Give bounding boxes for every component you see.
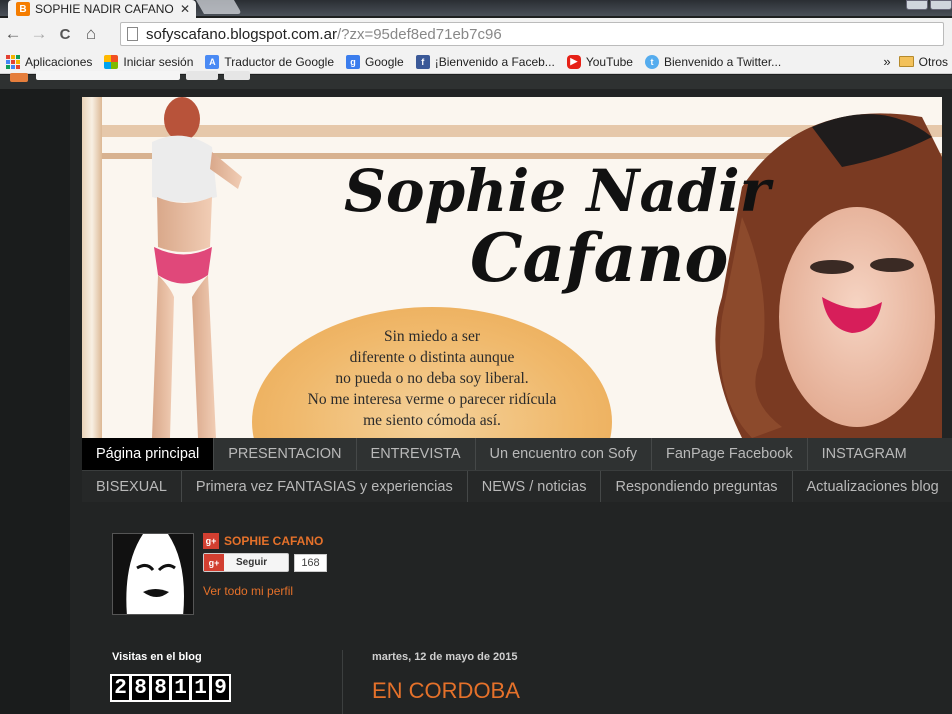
avatar[interactable] bbox=[112, 533, 194, 615]
bookmark-google[interactable]: g Google bbox=[346, 54, 404, 69]
pages-nav-row1: Página principal PRESENTACION ENTREVISTA… bbox=[82, 438, 952, 470]
page-icon bbox=[127, 27, 138, 41]
apps-icon bbox=[6, 54, 20, 69]
tab-pagina-principal[interactable]: Página principal bbox=[82, 438, 215, 470]
translate-icon: A bbox=[205, 54, 220, 69]
counter-digit: 1 bbox=[190, 674, 211, 702]
blog-header-banner[interactable]: Sophie Nadir Cafano Sin miedo a ser dife… bbox=[82, 97, 942, 438]
google-icon: g bbox=[346, 54, 361, 69]
bookmark-iniciar-sesion[interactable]: Iniciar sesión bbox=[104, 54, 194, 69]
tab-un-encuentro-con-sofy[interactable]: Un encuentro con Sofy bbox=[476, 438, 653, 470]
counter-digit: 8 bbox=[130, 674, 151, 702]
facebook-icon: f bbox=[415, 54, 430, 69]
quote-line: No me interesa verme o parecer ridícula bbox=[307, 391, 557, 408]
bookmark-youtube[interactable]: ▶ YouTube bbox=[566, 54, 633, 69]
tab-news-noticias[interactable]: NEWS / noticias bbox=[468, 471, 602, 502]
navbar-button[interactable] bbox=[186, 71, 218, 80]
new-tab-button[interactable] bbox=[195, 0, 243, 14]
browser-tab[interactable]: B SOPHIE NADIR CAFANO ( ✕ bbox=[8, 0, 196, 18]
tab-bisexual[interactable]: BISEXUAL bbox=[82, 471, 182, 502]
post-title[interactable]: EN CORDOBA bbox=[372, 678, 520, 704]
youtube-icon: ▶ bbox=[566, 54, 581, 69]
post-date: martes, 12 de mayo de 2015 bbox=[372, 651, 518, 663]
url-host: sofyscafano.blogspot.com.ar bbox=[146, 25, 337, 43]
reload-icon[interactable]: C bbox=[52, 26, 78, 43]
quote-line: no pueda o no deba soy liberal. bbox=[335, 370, 529, 387]
follow-label: Seguir bbox=[236, 557, 268, 568]
visit-counter: 2 8 8 1 1 9 bbox=[110, 674, 231, 702]
google-plus-icon: g+ bbox=[203, 533, 219, 549]
bookmark-twitter[interactable]: t Bienvenido a Twitter... bbox=[644, 54, 782, 69]
tab-presentacion[interactable]: PRESENTACION bbox=[214, 438, 357, 470]
blog-title-line1: Sophie Nadir bbox=[344, 157, 771, 225]
profile-photo bbox=[113, 534, 193, 614]
tab-close-icon[interactable]: ✕ bbox=[180, 2, 190, 16]
bookmark-label: Google bbox=[365, 54, 404, 69]
navbar-button[interactable] bbox=[224, 71, 250, 80]
twitter-icon: t bbox=[644, 54, 659, 69]
address-bar[interactable]: sofyscafano.blogspot.com.ar /?zx=95def8e… bbox=[120, 22, 944, 46]
quote-line: diferente o distinta aunque bbox=[349, 349, 515, 366]
bookmark-label: ¡Bienvenido a Faceb... bbox=[434, 54, 555, 69]
quote-line: me siento cómoda así. bbox=[363, 412, 501, 429]
forward-arrow-icon[interactable]: → bbox=[26, 24, 52, 44]
profile-name[interactable]: SOPHIE CAFANO bbox=[224, 534, 323, 548]
view-profile-link[interactable]: Ver todo mi perfil bbox=[203, 584, 293, 598]
window-controls bbox=[904, 0, 952, 10]
tab-fanpage-facebook[interactable]: FanPage Facebook bbox=[652, 438, 808, 470]
counter-digit: 9 bbox=[210, 674, 231, 702]
bookmark-apps[interactable]: Aplicaciones bbox=[6, 54, 93, 69]
other-bookmarks-folder[interactable]: Otros bbox=[898, 54, 948, 69]
bookmark-label: Bienvenido a Twitter... bbox=[663, 54, 782, 69]
windows-icon bbox=[104, 54, 119, 69]
follower-count: 168 bbox=[294, 554, 327, 572]
tab-instagram[interactable]: INSTAGRAM bbox=[808, 438, 921, 470]
blogger-logo-icon[interactable] bbox=[10, 73, 28, 82]
window-titlebar: B SOPHIE NADIR CAFANO ( ✕ bbox=[0, 0, 952, 18]
counter-digit: 1 bbox=[170, 674, 191, 702]
browser-toolbar: ← → C ⌂ sofyscafano.blogspot.com.ar /?zx… bbox=[0, 18, 952, 50]
model-photo-left bbox=[152, 97, 242, 438]
url-path: /?zx=95def8ed71eb7c96 bbox=[336, 25, 502, 43]
other-bookmarks-label: Otros bbox=[918, 54, 948, 69]
tab-actualizaciones-blog[interactable]: Actualizaciones blog bbox=[793, 471, 952, 502]
navbar-search-box[interactable] bbox=[36, 71, 180, 80]
counter-digit: 2 bbox=[110, 674, 131, 702]
tab-respondiendo-preguntas[interactable]: Respondiendo preguntas bbox=[601, 471, 793, 502]
counter-digit: 8 bbox=[150, 674, 171, 702]
tab-primera-vez-fantasias[interactable]: Primera vez FANTASIAS y experiencias bbox=[182, 471, 468, 502]
quote-line: Sin miedo a ser bbox=[384, 328, 480, 345]
follow-button[interactable]: g+ Seguir bbox=[203, 553, 289, 572]
tab-entrevista[interactable]: ENTREVISTA bbox=[357, 438, 476, 470]
header-left-border bbox=[82, 97, 102, 438]
column-divider bbox=[342, 650, 343, 714]
blogger-navbar bbox=[0, 71, 952, 89]
bookmark-label: Traductor de Google bbox=[224, 54, 335, 69]
visits-widget-title: Visitas en el blog bbox=[112, 651, 202, 663]
back-arrow-icon[interactable]: ← bbox=[0, 24, 26, 44]
google-plus-icon: g+ bbox=[204, 554, 224, 571]
bookmarks-overflow-button[interactable]: » bbox=[883, 54, 890, 69]
bookmark-label: YouTube bbox=[585, 54, 633, 69]
maximize-button[interactable] bbox=[930, 0, 952, 10]
tab-title: SOPHIE NADIR CAFANO ( bbox=[35, 2, 176, 16]
pages-nav-row2: BISEXUAL Primera vez FANTASIAS y experie… bbox=[82, 470, 952, 502]
home-icon[interactable]: ⌂ bbox=[78, 24, 104, 44]
bookmark-label: Aplicaciones bbox=[25, 54, 93, 69]
bookmark-traductor[interactable]: A Traductor de Google bbox=[205, 54, 335, 69]
bookmark-label: Iniciar sesión bbox=[123, 54, 194, 69]
bookmark-facebook[interactable]: f ¡Bienvenido a Faceb... bbox=[415, 54, 555, 69]
blogger-icon: B bbox=[16, 2, 30, 16]
folder-icon bbox=[898, 56, 914, 67]
minimize-button[interactable] bbox=[906, 0, 928, 10]
blog-title-line2: Cafano bbox=[470, 219, 729, 297]
